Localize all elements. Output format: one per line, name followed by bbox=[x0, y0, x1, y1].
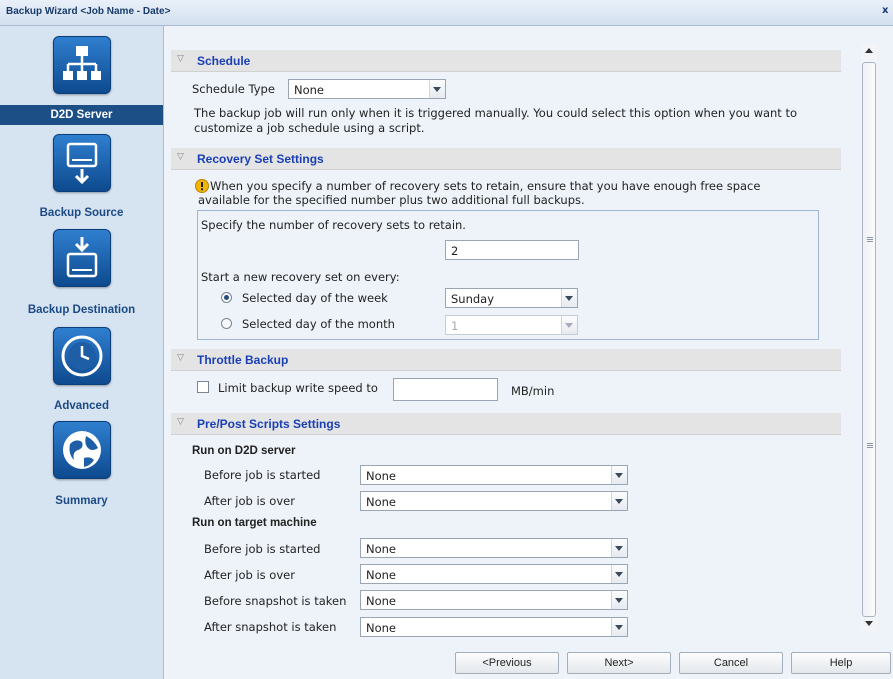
d2d-after-job-label: After job is over bbox=[204, 494, 295, 508]
scroll-up-icon[interactable] bbox=[865, 48, 873, 53]
after-snapshot-select[interactable]: None bbox=[360, 617, 628, 637]
collapse-icon[interactable]: ▽ bbox=[177, 417, 184, 427]
schedule-description: The backup job will run only when it is … bbox=[194, 106, 798, 120]
grip-icon bbox=[867, 443, 873, 444]
select-value: None bbox=[366, 542, 397, 556]
schedule-description: customize a job schedule using a script. bbox=[194, 121, 425, 135]
throttle-section-header[interactable]: ▽ Throttle Backup bbox=[171, 349, 841, 371]
before-snapshot-label: Before snapshot is taken bbox=[204, 594, 347, 608]
grip-icon bbox=[867, 237, 873, 238]
schedule-type-select[interactable]: None bbox=[288, 79, 446, 99]
select-value: None bbox=[366, 495, 397, 509]
select-value: 1 bbox=[451, 319, 459, 333]
limit-speed-input[interactable] bbox=[393, 378, 498, 401]
chevron-down-icon[interactable] bbox=[561, 289, 577, 307]
retain-count-input[interactable]: 2 bbox=[445, 240, 579, 260]
grip-icon bbox=[867, 239, 873, 240]
target-machine-heading: Run on target machine bbox=[192, 517, 317, 529]
sidebar-item-label: Backup Destination bbox=[27, 304, 136, 316]
target-after-job-select[interactable]: None bbox=[360, 564, 628, 584]
target-before-job-label: Before job is started bbox=[204, 542, 321, 556]
collapse-icon[interactable]: ▽ bbox=[177, 353, 184, 363]
chevron-down-icon[interactable] bbox=[611, 492, 627, 510]
section-title: Recovery Set Settings bbox=[197, 152, 324, 166]
day-of-week-label: Selected day of the week bbox=[242, 291, 388, 305]
section-title: Throttle Backup bbox=[197, 353, 289, 367]
globe-icon bbox=[53, 421, 111, 479]
section-title: Pre/Post Scripts Settings bbox=[197, 417, 341, 431]
d2d-server-heading: Run on D2D server bbox=[192, 445, 296, 457]
target-after-job-label: After job is over bbox=[204, 568, 295, 582]
grip-icon bbox=[867, 241, 873, 242]
recovery-warning: When you specify a number of recovery se… bbox=[210, 179, 761, 193]
start-new-set-label: Start a new recovery set on every: bbox=[201, 270, 400, 284]
sidebar-item-label: Summary bbox=[55, 495, 108, 507]
limit-speed-label: Limit backup write speed to bbox=[218, 381, 378, 395]
scrollbar-thumb[interactable] bbox=[862, 62, 876, 617]
previous-button[interactable]: <Previous bbox=[455, 652, 559, 674]
d2d-before-job-label: Before job is started bbox=[204, 468, 321, 482]
recovery-section-header[interactable]: ▽ Recovery Set Settings bbox=[171, 148, 841, 170]
cancel-button[interactable]: Cancel bbox=[679, 652, 783, 674]
chevron-down-icon[interactable] bbox=[611, 591, 627, 609]
collapse-icon[interactable]: ▽ bbox=[177, 152, 184, 162]
chevron-down-icon[interactable] bbox=[611, 565, 627, 583]
day-of-month-radio[interactable] bbox=[221, 318, 232, 329]
chevron-down-icon[interactable] bbox=[611, 618, 627, 636]
window-title: Backup Wizard <Job Name - Date> bbox=[6, 6, 171, 17]
chevron-down-icon[interactable] bbox=[611, 539, 627, 557]
day-of-month-label: Selected day of the month bbox=[242, 317, 395, 331]
speed-unit-label: MB/min bbox=[511, 384, 555, 398]
warning-icon bbox=[195, 179, 209, 193]
retain-label: Specify the number of recovery sets to r… bbox=[201, 218, 466, 232]
schedule-section-header[interactable]: ▽ Schedule bbox=[171, 50, 841, 72]
section-title: Schedule bbox=[197, 54, 251, 68]
chevron-down-icon[interactable] bbox=[611, 466, 627, 484]
d2d-after-job-select[interactable]: None bbox=[360, 491, 628, 511]
network-server-icon bbox=[53, 36, 111, 94]
before-snapshot-select[interactable]: None bbox=[360, 590, 628, 610]
collapse-icon[interactable]: ▽ bbox=[177, 54, 184, 64]
select-value: None bbox=[366, 469, 397, 483]
select-value: Sunday bbox=[451, 292, 495, 306]
grip-icon bbox=[867, 447, 873, 448]
recovery-warning: available for the specified number plus … bbox=[198, 193, 585, 207]
next-button[interactable]: Next> bbox=[567, 652, 671, 674]
drive-upload-icon bbox=[53, 134, 111, 192]
limit-speed-checkbox[interactable] bbox=[197, 381, 209, 393]
target-before-job-select[interactable]: None bbox=[360, 538, 628, 558]
select-value: None bbox=[366, 568, 397, 582]
sidebar-item-label: Backup Source bbox=[39, 207, 124, 219]
scroll-down-icon[interactable] bbox=[865, 621, 873, 626]
scripts-section-header[interactable]: ▽ Pre/Post Scripts Settings bbox=[171, 413, 841, 435]
chevron-down-icon[interactable] bbox=[561, 316, 577, 334]
day-of-week-radio[interactable] bbox=[221, 292, 232, 303]
help-button[interactable]: Help bbox=[791, 652, 891, 674]
clock-icon bbox=[53, 327, 111, 385]
title-bar: Backup Wizard <Job Name - Date> x bbox=[0, 0, 893, 26]
sidebar-item-label: Advanced bbox=[54, 400, 109, 412]
select-value: None bbox=[366, 621, 397, 635]
chevron-down-icon[interactable] bbox=[429, 80, 445, 98]
d2d-before-job-select[interactable]: None bbox=[360, 465, 628, 485]
vertical-scrollbar[interactable] bbox=[861, 44, 877, 631]
day-of-week-select[interactable]: Sunday bbox=[445, 288, 578, 308]
grip-icon bbox=[867, 445, 873, 446]
select-value: None bbox=[366, 594, 397, 608]
schedule-type-label: Schedule Type bbox=[192, 82, 275, 96]
day-of-month-select[interactable]: 1 bbox=[445, 315, 578, 335]
close-icon[interactable]: x bbox=[882, 5, 888, 16]
drive-download-icon bbox=[53, 229, 111, 287]
after-snapshot-label: After snapshot is taken bbox=[204, 620, 337, 634]
select-value: None bbox=[294, 83, 325, 97]
input-value: 2 bbox=[451, 244, 459, 258]
sidebar-item-label: D2D Server bbox=[0, 105, 163, 125]
